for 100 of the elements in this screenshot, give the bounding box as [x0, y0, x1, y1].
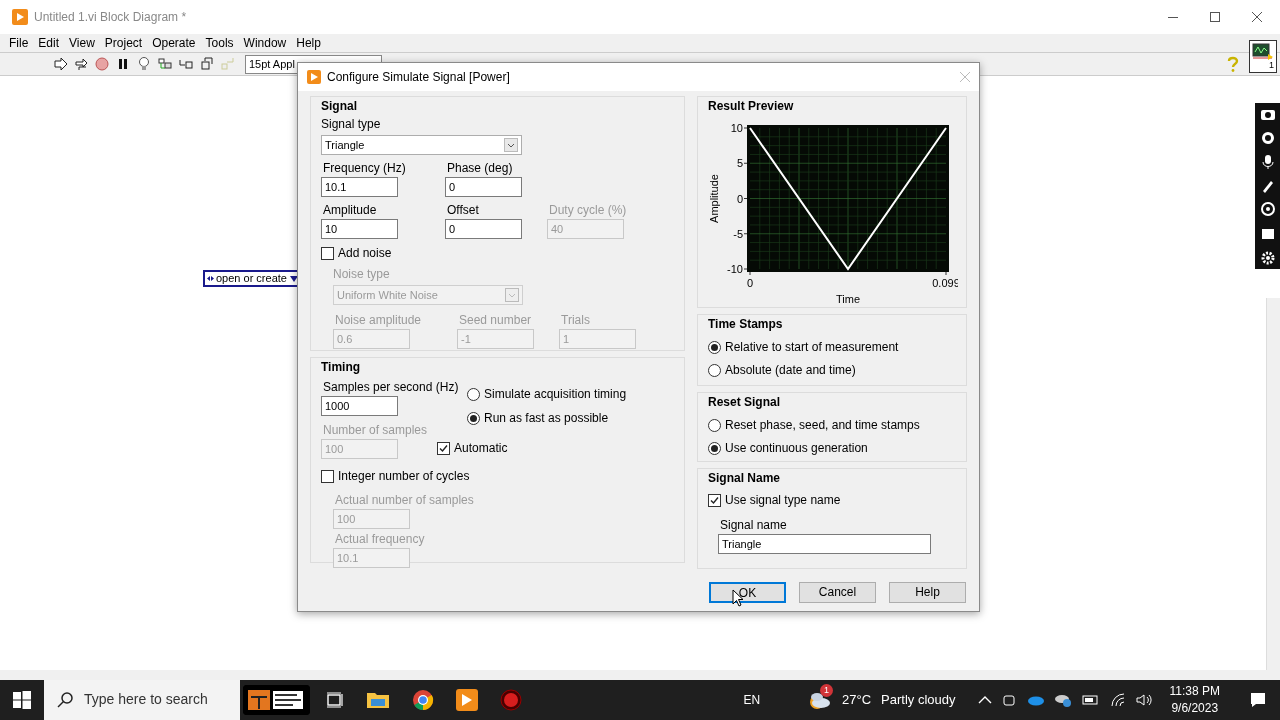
labview-icon[interactable] [456, 689, 478, 711]
radio-button[interactable] [708, 364, 721, 377]
dialog-button[interactable]: Help [889, 582, 966, 603]
clock-time: 11:38 PM [1169, 683, 1220, 700]
scrollbar[interactable] [0, 670, 1280, 680]
field-label: Actual number of samples [335, 493, 475, 508]
tick-label: 10 [730, 122, 743, 134]
field-label: Number of samples [323, 423, 428, 438]
run-continuous-icon[interactable] [73, 56, 89, 72]
cloud-icon[interactable] [1025, 694, 1044, 706]
wifi-icon[interactable] [1109, 693, 1126, 707]
field-label: Signal name [720, 518, 788, 533]
connector-count: 1 [1269, 61, 1274, 70]
menu-item[interactable]: Help [291, 35, 326, 51]
checkbox[interactable] [321, 470, 334, 483]
window-icon[interactable] [1259, 226, 1276, 242]
radio-label: Relative to start of measurement [725, 340, 899, 355]
group-heading: Signal Name [708, 471, 782, 486]
caret-icon [289, 275, 298, 282]
menu-item[interactable]: Tools [200, 35, 239, 51]
window-title: Untitled 1.vi Block Diagram * [34, 9, 187, 25]
step-over-icon[interactable] [199, 56, 215, 72]
field-label: Noise type [333, 267, 391, 282]
language-indicator[interactable]: EN [743, 692, 761, 708]
radio-button[interactable] [467, 412, 480, 425]
group-heading: Result Preview [708, 99, 795, 114]
meet-icon[interactable] [1001, 692, 1016, 708]
menu-item[interactable]: File [4, 35, 34, 51]
radio-label: Run as fast as possible [484, 411, 609, 426]
field-label: Duty cycle (%) [549, 203, 628, 218]
caret-icon[interactable] [504, 138, 518, 152]
field-label: Seed number [459, 313, 533, 328]
folder-icon[interactable] [366, 690, 390, 710]
node-label: open or create [216, 272, 287, 285]
menu-item[interactable]: Edit [33, 35, 65, 51]
notification-icon[interactable] [1250, 692, 1266, 708]
abort-icon[interactable] [94, 56, 110, 72]
field-label: Amplitude [323, 203, 378, 218]
radio-button[interactable] [708, 442, 721, 455]
checkbox[interactable] [708, 494, 721, 507]
connector-pane[interactable]: 1 [1249, 40, 1277, 73]
checkbox[interactable] [321, 247, 334, 260]
notification-badge: 1 [820, 684, 834, 697]
group-heading: Signal [321, 99, 358, 114]
arrows-icon [207, 274, 214, 283]
radio-button[interactable] [467, 388, 480, 401]
menu-item[interactable]: Operate [147, 35, 201, 51]
app-icon [307, 70, 321, 84]
group-heading: Timing [321, 360, 362, 375]
checkbox[interactable] [437, 442, 451, 455]
microphone-icon[interactable] [1259, 154, 1276, 170]
run-arrow-icon[interactable] [52, 56, 68, 72]
tick-label: -10 [727, 263, 743, 275]
dropdown[interactable]: Triangle [321, 135, 522, 155]
radio-button[interactable] [708, 341, 721, 354]
light-bulb-icon[interactable] [136, 56, 152, 72]
checkbox-label: Use signal type name [725, 493, 841, 508]
field-label: Offset [447, 203, 480, 218]
text-field[interactable]: 10.1 [321, 177, 398, 197]
text-field[interactable]: Triangle [718, 534, 931, 554]
menu-item[interactable]: View [64, 35, 100, 51]
checkbox-label: Automatic [454, 441, 508, 456]
search-icon [56, 691, 74, 709]
text-field[interactable]: 0 [445, 177, 522, 197]
checkbox-label: Add noise [338, 246, 392, 261]
oscilloscope-icon [1252, 43, 1274, 61]
text-field[interactable]: 0 [445, 219, 522, 239]
field-label: Trials [561, 313, 591, 328]
group-heading: Time Stamps [708, 317, 784, 332]
cloud-sync-icon[interactable] [1053, 693, 1072, 707]
menu-item[interactable]: Project [99, 35, 148, 51]
scrollbar[interactable] [1266, 298, 1280, 670]
temperature: 27°C [842, 691, 872, 709]
chevron-up-icon[interactable] [977, 695, 992, 705]
task-view-icon[interactable] [326, 691, 344, 709]
gear-icon[interactable] [1259, 250, 1276, 266]
text-field[interactable]: 10 [321, 219, 398, 239]
radio-label: Reset phase, seed, and time stamps [725, 418, 920, 433]
webcam-icon[interactable] [1259, 202, 1276, 218]
dialog-button[interactable]: OK [709, 582, 786, 603]
dialog-title: Configure Simulate Signal [Power] [327, 69, 510, 85]
dialog-button[interactable]: Cancel [799, 582, 876, 603]
record-icon[interactable] [1259, 130, 1276, 146]
chrome-icon[interactable] [412, 689, 434, 711]
maximize-icon[interactable] [1208, 10, 1222, 24]
probe-icon[interactable] [157, 56, 173, 72]
radio-button[interactable] [708, 419, 721, 432]
field-label: Frequency (Hz) [323, 161, 407, 176]
tick-label: -5 [733, 227, 743, 240]
volume-icon[interactable] [1135, 693, 1154, 707]
clock-date: 9/6/2023 [1171, 700, 1219, 717]
menu-item[interactable]: Window [238, 35, 292, 51]
battery-icon[interactable] [1081, 694, 1100, 706]
group-heading: Reset Signal [708, 395, 782, 410]
close-icon[interactable] [1250, 10, 1264, 24]
text-field[interactable]: 1000 [321, 396, 398, 416]
search-field[interactable]: Type here to search [44, 680, 240, 720]
windows-start-icon[interactable] [13, 691, 31, 709]
field-label: Noise amplitude [335, 313, 423, 328]
field-label: Signal type [321, 117, 382, 132]
